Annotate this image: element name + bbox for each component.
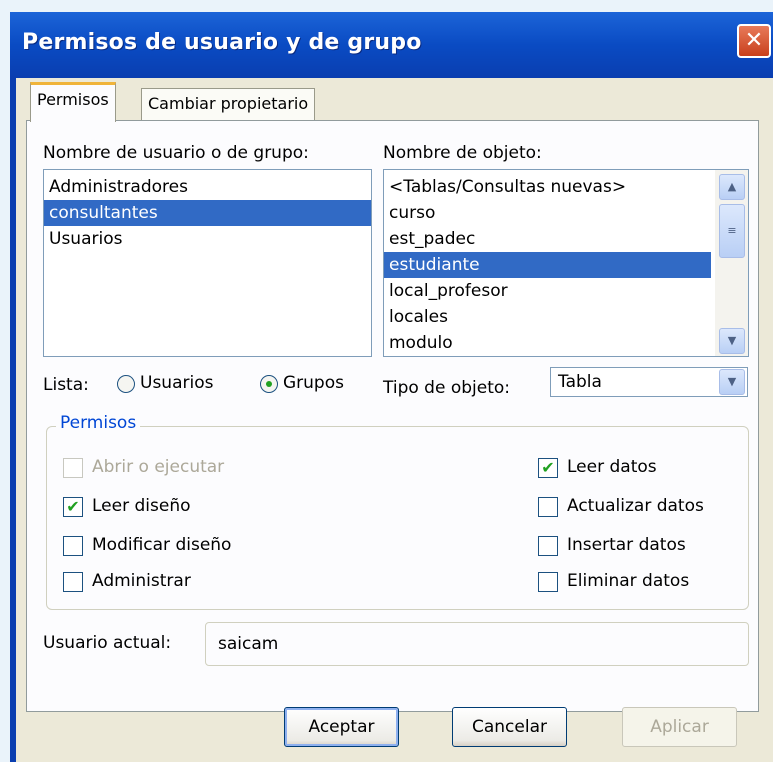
users-list[interactable]: Administradores consultantes Usuarios (43, 169, 372, 357)
scroll-down-button[interactable]: ▼ (719, 328, 745, 354)
list-item-usuarios[interactable]: Usuarios (44, 226, 371, 252)
tab-permisos[interactable]: Permisos (30, 82, 116, 122)
check-icon: ✔ (66, 497, 80, 516)
list-item-estudiante[interactable]: estudiante (384, 252, 711, 278)
label-modificar-diseno[interactable]: Modificar diseño (92, 535, 231, 555)
object-type-dropdown-button[interactable]: ▼ (719, 369, 745, 395)
label-abrir-ejecutar: Abrir o ejecutar (92, 457, 225, 477)
label-eliminar-datos[interactable]: Eliminar datos (567, 571, 689, 591)
scroll-up-button[interactable]: ▲ (719, 174, 745, 200)
object-type-value: Tabla (558, 372, 602, 392)
checkbox-administrar[interactable] (63, 572, 83, 592)
list-item-modulo[interactable]: modulo (384, 330, 748, 356)
objects-label: Nombre de objeto: (383, 143, 542, 163)
check-icon: ✔ (541, 458, 555, 477)
cancel-button[interactable]: Cancelar (452, 707, 567, 747)
ok-button[interactable]: Aceptar (284, 707, 399, 747)
radio-usuarios-label[interactable]: Usuarios (140, 373, 213, 393)
list-item-consultantes[interactable]: consultantes (44, 200, 371, 226)
checkbox-leer-diseno[interactable]: ✔ (63, 497, 83, 517)
checkbox-abrir-ejecutar (63, 458, 83, 478)
chevron-down-icon: ▼ (727, 334, 737, 347)
chevron-up-icon: ▲ (727, 180, 737, 193)
label-administrar[interactable]: Administrar (92, 571, 191, 591)
window-title: Permisos de usuario y de grupo (22, 30, 422, 55)
label-leer-diseno[interactable]: Leer diseño (92, 496, 191, 516)
chevron-down-icon: ▼ (727, 375, 737, 388)
list-item-locales[interactable]: locales (384, 304, 748, 330)
window-border (10, 78, 16, 762)
list-item-local-profesor[interactable]: local_profesor (384, 278, 748, 304)
scroll-thumb[interactable]: ≡ (719, 204, 745, 258)
radio-usuarios[interactable] (117, 375, 135, 393)
objects-list[interactable]: <Tablas/Consultas nuevas> curso est_pade… (383, 169, 749, 357)
grip-icon: ≡ (727, 224, 737, 237)
checkbox-eliminar-datos[interactable] (538, 572, 558, 592)
close-button[interactable]: ✕ (737, 24, 771, 58)
list-item-curso[interactable]: curso (384, 200, 748, 226)
list-filter-label: Lista: (43, 375, 89, 395)
object-type-label: Tipo de objeto: (383, 378, 511, 398)
permissions-legend: Permisos (56, 413, 141, 433)
checkbox-modificar-diseno[interactable] (63, 536, 83, 556)
radio-grupos-label[interactable]: Grupos (283, 373, 344, 393)
apply-button: Aplicar (622, 707, 737, 747)
label-actualizar-datos[interactable]: Actualizar datos (567, 496, 704, 516)
radio-grupos[interactable] (260, 375, 278, 393)
list-item-est-padec[interactable]: est_padec (384, 226, 748, 252)
users-label: Nombre de usuario o de grupo: (43, 143, 309, 163)
tab-cambiar-propietario[interactable]: Cambiar propietario (141, 88, 316, 121)
checkbox-insertar-datos[interactable] (538, 536, 558, 556)
checkbox-actualizar-datos[interactable] (538, 497, 558, 517)
list-item-nuevas[interactable]: <Tablas/Consultas nuevas> (384, 174, 748, 200)
label-insertar-datos[interactable]: Insertar datos (567, 535, 686, 555)
current-user-label: Usuario actual: (43, 633, 172, 653)
close-icon: ✕ (744, 28, 764, 53)
list-item-administradores[interactable]: Administradores (44, 174, 371, 200)
label-leer-datos[interactable]: Leer datos (567, 457, 657, 477)
current-user-field: saicam (205, 622, 749, 666)
checkbox-leer-datos[interactable]: ✔ (538, 458, 558, 478)
